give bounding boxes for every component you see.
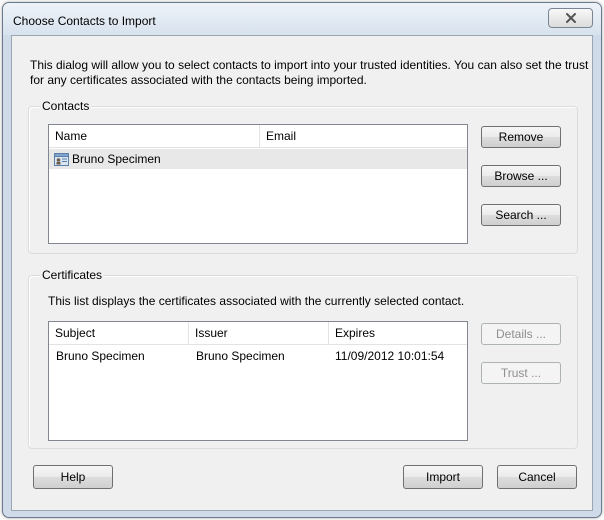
certificate-row[interactable]: Bruno Specimen Bruno Specimen 11/09/2012… <box>49 346 467 366</box>
title-bar[interactable]: Choose Contacts to Import <box>3 3 601 35</box>
details-button[interactable]: Details ... <box>481 323 561 345</box>
window-title: Choose Contacts to Import <box>13 14 156 28</box>
contact-row[interactable]: Bruno Specimen <box>49 149 467 169</box>
certificates-list-header: Subject Issuer Expires <box>49 322 467 345</box>
certificate-issuer: Bruno Specimen <box>196 349 285 363</box>
contacts-group-label: Contacts <box>40 99 92 113</box>
contact-name: Bruno Specimen <box>72 152 161 166</box>
certificates-description: This list displays the certificates asso… <box>48 294 465 308</box>
cancel-button[interactable]: Cancel <box>497 465 577 489</box>
close-button[interactable] <box>548 8 593 28</box>
help-button[interactable]: Help <box>33 465 113 489</box>
trust-button[interactable]: Trust ... <box>481 362 561 384</box>
contacts-list-header: Name Email <box>49 125 467 148</box>
dialog-window: Choose Contacts to Import This dialog wi… <box>2 2 602 518</box>
certificate-expires: 11/09/2012 10:01:54 <box>335 349 445 363</box>
search-button[interactable]: Search ... <box>481 204 561 226</box>
column-header-expires[interactable]: Expires <box>329 322 467 344</box>
certificates-group-label: Certificates <box>40 268 105 282</box>
contacts-list[interactable]: Name Email Bruno Specimen <box>48 124 468 244</box>
intro-text: This dialog will allow you to select con… <box>30 58 589 87</box>
dialog-content: This dialog will allow you to select con… <box>11 35 593 511</box>
column-header-email[interactable]: Email <box>260 125 467 147</box>
column-header-subject[interactable]: Subject <box>49 322 189 344</box>
certificates-list[interactable]: Subject Issuer Expires Bruno Specimen Br… <box>48 321 468 441</box>
close-icon <box>565 13 576 23</box>
column-header-name[interactable]: Name <box>49 125 260 147</box>
remove-button[interactable]: Remove <box>481 126 561 148</box>
contact-card-icon <box>54 152 69 172</box>
browse-button[interactable]: Browse ... <box>481 165 561 187</box>
column-header-issuer[interactable]: Issuer <box>189 322 329 344</box>
import-button[interactable]: Import <box>403 465 483 489</box>
certificate-subject: Bruno Specimen <box>56 349 145 363</box>
